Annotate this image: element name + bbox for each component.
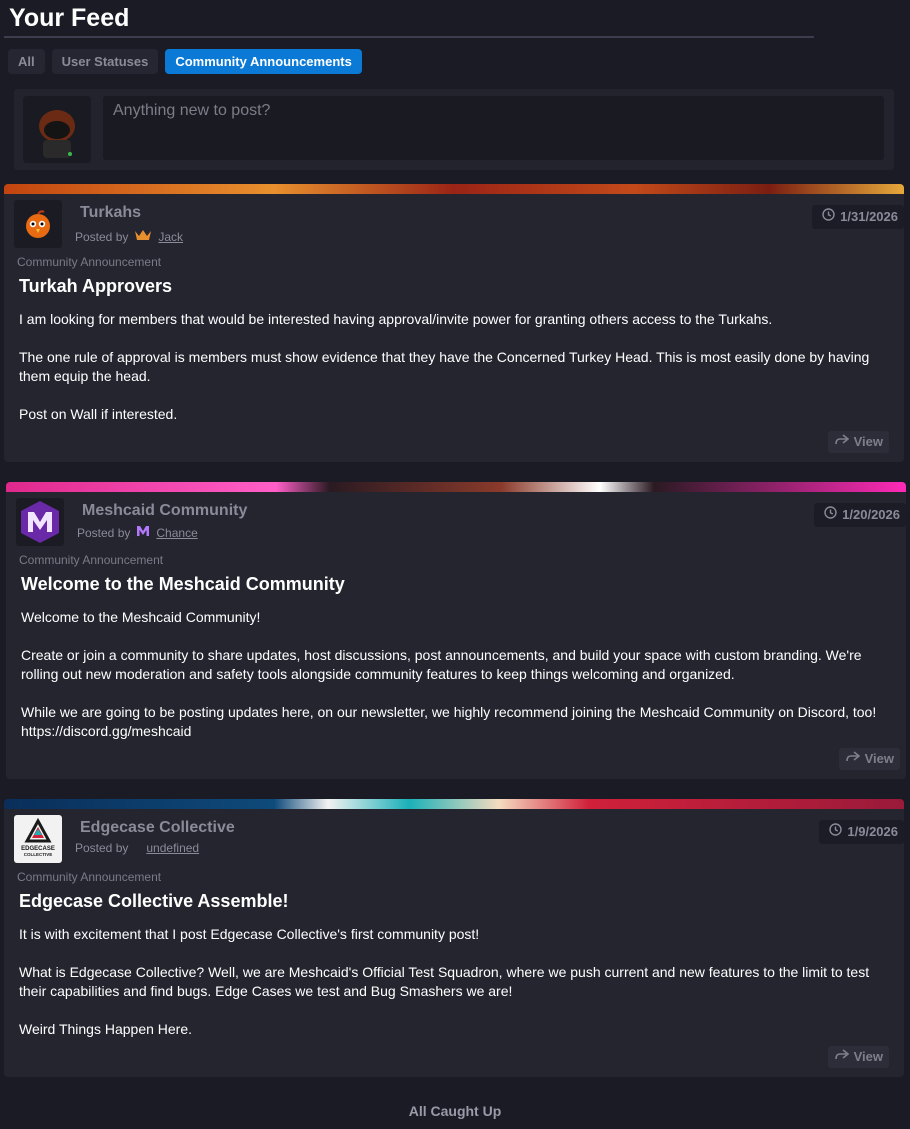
post-body: Welcome to the Meshcaid Community! Creat… — [21, 608, 891, 741]
post-composer — [14, 89, 894, 170]
view-label: View — [853, 434, 883, 449]
body-paragraph: Weird Things Happen Here. — [19, 1021, 193, 1037]
view-button[interactable]: View — [827, 1046, 889, 1068]
community-name[interactable]: Turkahs — [80, 204, 141, 222]
view-label: View — [853, 1049, 883, 1064]
body-paragraph: It is with excitement that I post Edgeca… — [19, 926, 480, 942]
posted-by-label: Posted by — [77, 525, 131, 540]
clock-icon — [824, 503, 837, 527]
meshcaid-m-icon[interactable] — [16, 498, 64, 546]
post-kind: Community Announcement — [17, 870, 162, 884]
post-date: 1/9/2026 — [847, 824, 898, 839]
posted-by-label: Posted by — [75, 841, 129, 855]
author-link[interactable]: Chance — [156, 526, 197, 540]
view-label: View — [864, 751, 894, 766]
svg-text:COLLECTIVE: COLLECTIVE — [24, 852, 53, 857]
title-divider — [4, 36, 814, 38]
author-badge-icon — [134, 229, 152, 244]
community-name[interactable]: Meshcaid Community — [82, 502, 247, 520]
body-paragraph: Post on Wall if interested. — [19, 406, 178, 422]
tab-user-statuses[interactable]: User Statuses — [51, 49, 159, 74]
posted-by: Posted by Jack — [75, 229, 183, 244]
feed-tabs: All User Statuses Community Announcement… — [8, 49, 362, 74]
community-banner — [4, 184, 904, 194]
community-banner — [6, 482, 906, 492]
share-arrow-icon — [845, 748, 860, 770]
turkey-icon[interactable] — [14, 200, 62, 248]
post-body: I am looking for members that would be i… — [19, 310, 889, 424]
date-badge: 1/20/2026 — [814, 503, 906, 527]
clock-icon — [822, 205, 835, 229]
page-title: Your Feed — [9, 4, 130, 32]
meshcaid-badge-icon — [136, 525, 150, 540]
author-link[interactable]: undefined — [146, 841, 199, 855]
post-kind: Community Announcement — [19, 553, 164, 567]
author-link[interactable]: Jack — [158, 230, 183, 244]
date-badge: 1/9/2026 — [819, 820, 904, 844]
body-paragraph: Welcome to the Meshcaid Community! — [21, 609, 261, 625]
announcement-card: Turkahs Posted by Jack 1/31/2026 Communi… — [4, 184, 904, 462]
tab-community-announcements[interactable]: Community Announcements — [165, 49, 362, 74]
body-paragraph: Create or join a community to share upda… — [21, 647, 862, 682]
share-arrow-icon — [834, 1046, 849, 1068]
announcement-card: EDGECASE COLLECTIVE Edgecase Collective … — [4, 799, 904, 1077]
posted-by-label: Posted by — [75, 229, 129, 244]
post-date: 1/20/2026 — [842, 507, 900, 522]
body-paragraph: What is Edgecase Collective? Well, we ar… — [19, 964, 870, 999]
post-body: It is with excitement that I post Edgeca… — [19, 925, 889, 1039]
post-title: Edgecase Collective Assemble! — [19, 891, 289, 911]
date-badge: 1/31/2026 — [812, 205, 904, 229]
feed-end-status: All Caught Up — [408, 1103, 502, 1119]
edgecase-logo-icon[interactable]: EDGECASE COLLECTIVE — [14, 815, 62, 863]
post-date: 1/31/2026 — [840, 209, 898, 224]
body-paragraph: While we are going to be posting updates… — [21, 704, 877, 739]
post-title: Turkah Approvers — [19, 276, 173, 296]
community-name[interactable]: Edgecase Collective — [80, 819, 235, 837]
posted-by: Posted by Chance — [77, 525, 198, 540]
body-paragraph: I am looking for members that would be i… — [19, 311, 773, 327]
new-post-input[interactable] — [103, 96, 884, 160]
clock-icon — [829, 820, 843, 844]
avatar[interactable] — [23, 96, 91, 163]
view-button[interactable]: View — [827, 431, 889, 453]
announcement-card: Meshcaid Community Posted by Chance 1/20… — [6, 482, 906, 779]
view-button[interactable]: View — [838, 748, 900, 770]
tab-all[interactable]: All — [8, 49, 45, 74]
community-banner — [4, 799, 904, 809]
post-kind: Community Announcement — [17, 255, 162, 269]
body-paragraph: The one rule of approval is members must… — [19, 349, 870, 384]
posted-by: Posted by undefined — [75, 841, 199, 855]
post-title: Welcome to the Meshcaid Community — [21, 574, 345, 594]
share-arrow-icon — [834, 431, 849, 453]
